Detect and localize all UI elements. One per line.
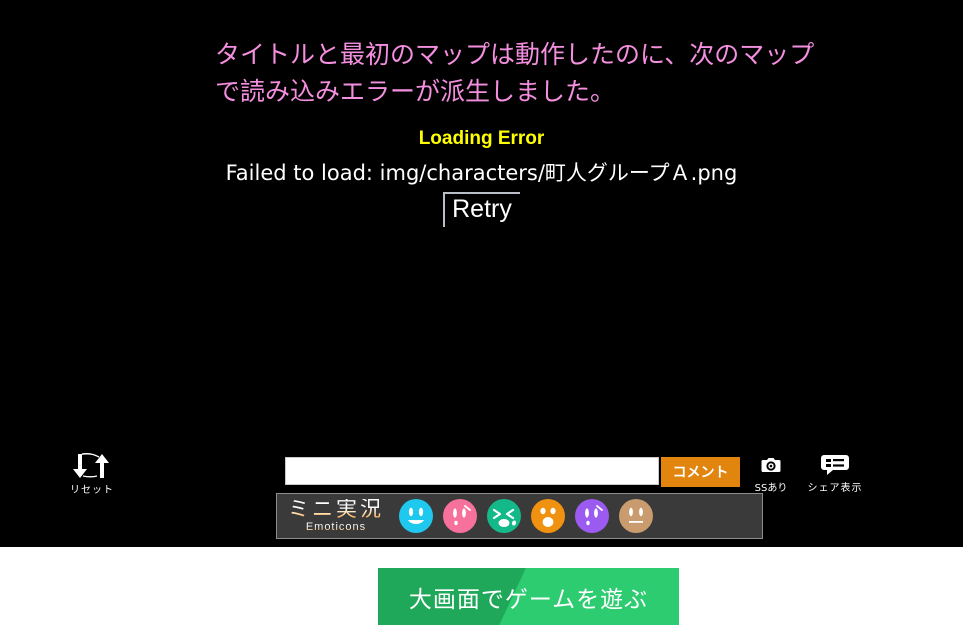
- loading-error-panel: Loading Error Failed to load: img/charac…: [0, 126, 963, 227]
- emoticon-title-en: Emoticons: [277, 522, 395, 533]
- notice-message: タイトルと最初のマップは動作したのに、次のマップで読み込みエラーが派生しました。: [215, 40, 815, 106]
- emoticon-title-jp: ミニ実況: [277, 499, 395, 520]
- reset-arrows-icon: [63, 452, 121, 480]
- screenshot-label: SSあり: [754, 483, 788, 494]
- emoticon-bar: ミニ実況 Emoticons: [276, 493, 763, 539]
- retry-button[interactable]: Retry: [443, 192, 520, 227]
- camera-icon: [746, 452, 796, 478]
- emoticon-list: [399, 499, 653, 533]
- comment-input[interactable]: [285, 457, 659, 485]
- comment-submit-button[interactable]: コメント: [661, 457, 740, 487]
- emoticon-shock-orange[interactable]: [531, 499, 565, 533]
- play-fullscreen-button[interactable]: 大画面でゲームを遊ぶ: [378, 568, 679, 625]
- emoticon-sweat-pink[interactable]: [443, 499, 477, 533]
- page-root: タイトルと最初のマップは動作したのに、次のマップで読み込みエラーが派生しました。…: [0, 0, 963, 637]
- screenshot-toggle[interactable]: SSあり: [746, 452, 796, 494]
- share-label: シェア表示: [807, 483, 863, 494]
- error-detail: Failed to load: img/characters/町人グループＡ.p…: [225, 161, 738, 185]
- emoticon-smile[interactable]: [399, 499, 433, 533]
- page-footer: 大画面でゲームを遊ぶ: [0, 547, 963, 637]
- reset-button[interactable]: リセット: [63, 452, 121, 496]
- retry-button-wrap: Retry: [0, 192, 963, 227]
- error-title: Loading Error: [418, 128, 545, 149]
- game-stage[interactable]: タイトルと最初のマップは動作したのに、次のマップで読み込みエラーが派生しました。…: [0, 0, 963, 547]
- emoticon-cry-green[interactable]: [487, 499, 521, 533]
- reset-label: リセット: [70, 485, 114, 496]
- emoticon-bar-title: ミニ実況 Emoticons: [277, 499, 395, 533]
- share-display-toggle[interactable]: シェア表示: [802, 452, 868, 494]
- speech-bubble-icon: [802, 452, 868, 478]
- emoticon-neutral-tan[interactable]: [619, 499, 653, 533]
- emoticon-sweat-purple[interactable]: [575, 499, 609, 533]
